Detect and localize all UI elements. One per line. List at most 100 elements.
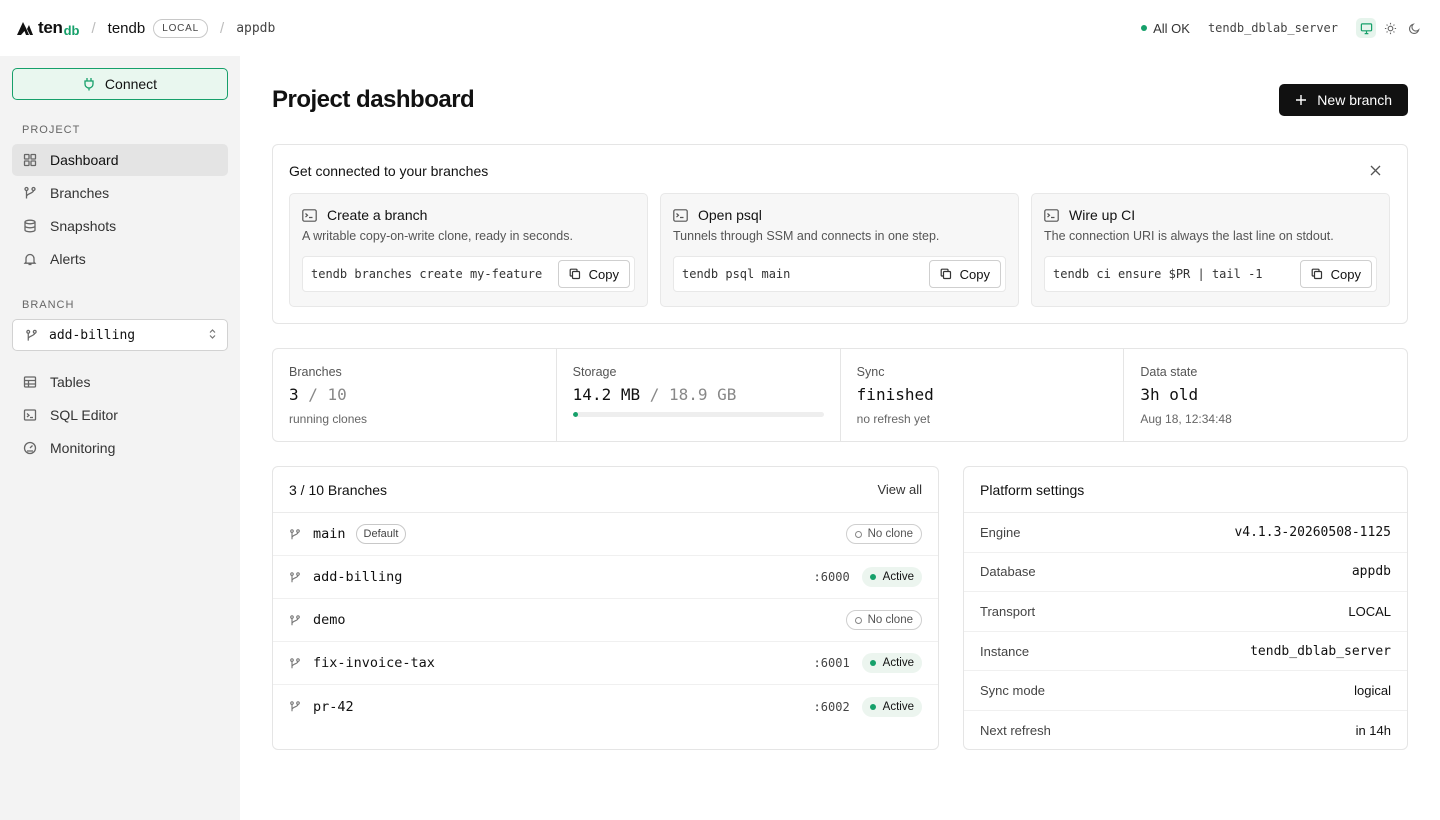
bell-icon <box>22 251 38 267</box>
branch-row[interactable]: demo No clone <box>273 599 938 642</box>
terminal-icon <box>22 407 38 423</box>
branch-row[interactable]: add-billing:6000 Active <box>273 556 938 599</box>
logo-suffix: db <box>63 22 80 38</box>
branch-port: :6002 <box>813 699 850 714</box>
copy-button[interactable]: Copy <box>557 260 630 288</box>
project-name[interactable]: tendb <box>108 20 146 37</box>
branch-name[interactable]: pr-42 <box>313 699 354 715</box>
sun-icon[interactable] <box>1380 18 1400 38</box>
branch-name[interactable]: main <box>313 526 346 542</box>
sidebar-item-tables[interactable]: Tables <box>12 366 228 398</box>
git-branch-icon <box>289 528 303 541</box>
command-box: tendb ci ensure $PR | tail -1 Copy <box>1044 256 1377 292</box>
setting-row: Transport LOCAL <box>964 592 1407 632</box>
sidebar-item-monitoring[interactable]: Monitoring <box>12 432 228 464</box>
branch-name[interactable]: add-billing <box>313 569 402 585</box>
sidebar: Connect PROJECT Dashboard Branches Snaps… <box>0 56 240 820</box>
database-name[interactable]: appdb <box>236 21 275 36</box>
main-content: Project dashboard New branch Get connect… <box>272 56 1408 750</box>
setting-row: Database appdb <box>964 553 1407 593</box>
moon-icon[interactable] <box>1404 18 1424 38</box>
branch-name[interactable]: demo <box>313 612 346 628</box>
empty-circle-icon <box>854 530 862 538</box>
platform-settings-card: Platform settings Engine v4.1.3-20260508-… <box>963 466 1408 750</box>
sidebar-item-label: Branches <box>50 185 110 201</box>
copy-icon <box>940 268 951 280</box>
stat-label: Branches <box>289 365 342 379</box>
sidebar-item-snapshots[interactable]: Snapshots <box>12 210 228 242</box>
sidebar-item-label: Dashboard <box>50 152 119 168</box>
setting-row: Instance tendb_dblab_server <box>964 632 1407 672</box>
command-text[interactable]: tendb psql main <box>682 267 790 281</box>
setting-value: appdb <box>1351 564 1391 580</box>
status-badge: Active <box>861 567 922 587</box>
command-text[interactable]: tendb branches create my-feature <box>311 267 542 281</box>
default-badge: Default <box>355 524 407 544</box>
tile-description: The connection URI is always the last li… <box>1044 229 1334 243</box>
copy-label: Copy <box>1330 266 1361 282</box>
breadcrumb-separator: / <box>220 19 225 37</box>
setting-value: v4.1.3-20260508-1125 <box>1234 524 1391 540</box>
connect-button[interactable]: Connect <box>12 68 228 100</box>
stat-label: Storage <box>572 365 617 379</box>
monitor-icon[interactable] <box>1356 18 1376 38</box>
stat-value: 3h old <box>1140 385 1199 404</box>
sidebar-item-sql-editor[interactable]: SQL Editor <box>12 399 228 431</box>
branches-card: 3 / 10 Branches View all main Default No c… <box>272 466 939 750</box>
logo[interactable]: ten db <box>16 18 80 38</box>
stats-panel: Branches 3 / 10 running clones Storage 1… <box>272 348 1408 442</box>
branches-card-title: 3 / 10 Branches <box>289 481 388 498</box>
storage-progress-bar <box>572 412 824 417</box>
terminal-icon <box>1044 208 1059 222</box>
sidebar-item-dashboard[interactable]: Dashboard <box>12 144 228 176</box>
copy-icon <box>569 268 580 280</box>
sidebar-item-label: Snapshots <box>50 218 117 234</box>
env-badge: LOCAL <box>153 18 209 38</box>
setting-value: tendb_dblab_server <box>1250 643 1391 659</box>
close-icon[interactable] <box>1370 163 1381 179</box>
status-badge: Active <box>861 653 922 673</box>
logo-text: ten <box>38 18 63 37</box>
terminal-icon <box>302 208 317 222</box>
stat-branches: Branches 3 / 10 running clones <box>273 349 557 441</box>
command-text[interactable]: tendb ci ensure $PR | tail -1 <box>1053 267 1263 281</box>
create-branch-tile: Create a branch A writable copy-on-write… <box>289 193 648 307</box>
new-branch-label: New branch <box>1317 92 1392 108</box>
stat-storage: Storage 14.2 MB / 18.9 GB <box>557 349 841 441</box>
view-all-link[interactable]: View all <box>877 482 922 497</box>
health-status: All OK <box>1141 21 1190 36</box>
setting-key: Transport <box>980 603 1036 619</box>
wire-up-ci-tile: Wire up CI The connection URI is always … <box>1031 193 1390 307</box>
stat-value: finished <box>856 385 934 404</box>
copy-button[interactable]: Copy <box>1299 260 1372 288</box>
branch-section-label: BRANCH <box>22 299 75 311</box>
git-branch-icon <box>289 700 303 713</box>
git-branch-icon <box>289 614 303 627</box>
branch-name[interactable]: fix-invoice-tax <box>313 655 435 671</box>
branch-selector[interactable]: add-billing <box>12 319 228 351</box>
get-connected-card: Get connected to your branches Create a … <box>272 144 1408 324</box>
sidebar-item-label: Monitoring <box>50 440 116 456</box>
table-icon <box>22 374 38 390</box>
new-branch-button[interactable]: New branch <box>1279 84 1408 116</box>
sidebar-item-alerts[interactable]: Alerts <box>12 243 228 275</box>
branch-row[interactable]: fix-invoice-tax :6001 Active <box>273 642 938 685</box>
branch-port: :6001 <box>813 656 850 670</box>
top-bar: ten db / tendb LOCAL / appdb All OK tend… <box>0 0 1440 56</box>
sidebar-item-branches[interactable]: Branches <box>12 177 228 209</box>
storage-progress-fill <box>572 412 578 417</box>
setting-value: LOCAL <box>1348 603 1391 619</box>
stat-subtext: Aug 18, 12:34:48 <box>1140 412 1232 426</box>
setting-key: Database <box>980 564 1036 580</box>
stat-data-state: Data state 3h old Aug 18, 12:34:48 <box>1124 349 1407 441</box>
setting-value: logical <box>1354 683 1391 699</box>
branch-row[interactable]: main Default No clone <box>273 513 938 556</box>
setting-key: Instance <box>980 643 1030 659</box>
stat-value: 3 / 10 <box>289 385 347 404</box>
setting-row: Engine v4.1.3-20260508-1125 <box>964 513 1407 553</box>
stat-subtext: no refresh yet <box>856 412 931 426</box>
status-badge: No clone <box>845 524 922 544</box>
copy-label: Copy <box>959 266 990 282</box>
copy-button[interactable]: Copy <box>928 260 1001 288</box>
branch-row[interactable]: pr-42:6002 Active <box>273 685 938 728</box>
